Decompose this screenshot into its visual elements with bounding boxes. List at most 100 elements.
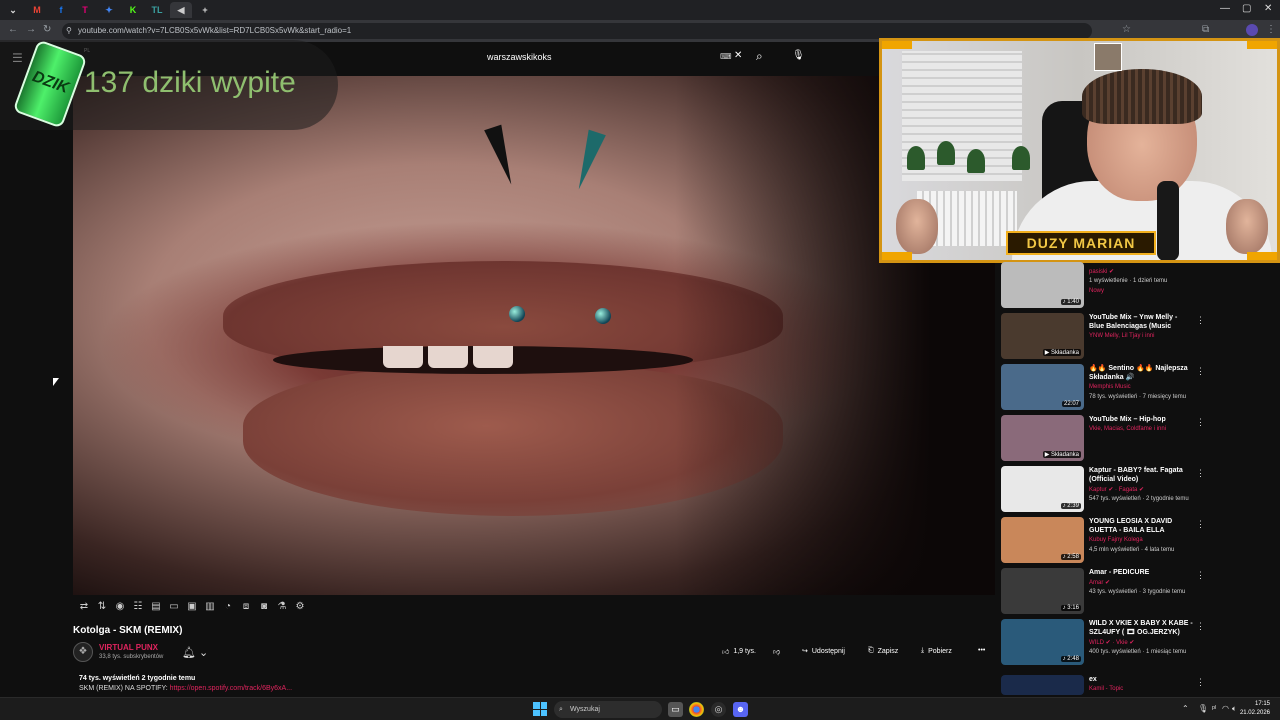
recommendation-item[interactable]: ♪ 3:16 Amar - PEDICURE Amar ✔ 43 tys. wyświ… bbox=[1001, 568, 1206, 614]
recommendation-title[interactable]: ex bbox=[1089, 675, 1193, 684]
recommendation-item[interactable]: ex Kamil - Topic ⋮ bbox=[1001, 675, 1206, 695]
recommendation-item[interactable]: ♪ 2:39 Kaptur - BABY? feat. Fagata (Offic… bbox=[1001, 466, 1206, 512]
profile-avatar[interactable] bbox=[1246, 24, 1258, 36]
more-options-icon[interactable]: ⋮ bbox=[1196, 677, 1205, 688]
recommendation-channel[interactable]: pasiski ✔ bbox=[1089, 268, 1114, 275]
save-button[interactable]: ⎗ Zapisz bbox=[868, 647, 898, 655]
tray-chevron-icon[interactable]: ⌃ bbox=[1182, 704, 1189, 713]
address-bar[interactable]: ⚲ youtube.com/watch?v=7LCB0Sx5vWk&list=R… bbox=[62, 23, 1092, 39]
video-thumbnail[interactable]: ♪ 1:40 bbox=[1001, 262, 1084, 308]
screen-icon[interactable]: ⧈ bbox=[240, 601, 252, 613]
recommendation-channel[interactable]: Memphis Music bbox=[1089, 384, 1131, 390]
discord-icon[interactable]: ☻ bbox=[733, 702, 748, 717]
recommendation-channel[interactable]: Kaptur ✔ · Fagata ✔ bbox=[1089, 486, 1144, 493]
video-thumbnail[interactable]: ♪ 2:39 bbox=[1001, 466, 1084, 512]
video-thumbnail[interactable]: ♪ 2:48 bbox=[1001, 619, 1084, 665]
channel-name[interactable]: VIRTUAL PUNX bbox=[99, 643, 158, 652]
more-options-icon[interactable]: ⋮ bbox=[1196, 621, 1205, 632]
recommendation-channel[interactable]: Vkie, Macias, Coldfame i inni bbox=[1089, 426, 1166, 432]
video-thumbnail[interactable]: ♪ 2:58 bbox=[1001, 517, 1084, 563]
reload-icon[interactable]: ↻ bbox=[43, 24, 51, 35]
audio-icon[interactable]: ◉ bbox=[114, 601, 126, 613]
speed-icon[interactable]: ◔ bbox=[222, 601, 234, 613]
microphone-icon[interactable]: 🎙 bbox=[792, 50, 805, 61]
sort-icon[interactable]: ⇅ bbox=[96, 601, 108, 613]
recommendation-title[interactable]: Amar - PEDICURE bbox=[1089, 568, 1193, 577]
more-options-icon[interactable]: ⋮ bbox=[1196, 519, 1205, 530]
recommendation-channel[interactable]: Kamil - Topic bbox=[1089, 686, 1123, 692]
file-explorer-icon[interactable]: ▭ bbox=[668, 702, 683, 717]
recommendation-item[interactable]: ♪ 2:58 YOUNG LEOSIA X DAVID GUETTA - BAIL… bbox=[1001, 517, 1206, 563]
windows-start-icon[interactable] bbox=[533, 702, 547, 716]
taskbar-clock[interactable]: 17:15 21.02.2026 bbox=[1240, 700, 1270, 718]
more-options-icon[interactable]: ⋮ bbox=[1196, 315, 1205, 326]
tray-language-icon[interactable]: ᵖˡ bbox=[1212, 704, 1216, 713]
keyboard-icon[interactable]: ⌨ bbox=[720, 52, 732, 61]
more-options-icon[interactable]: ⋮ bbox=[1196, 468, 1205, 479]
video-thumbnail[interactable]: ▶ Składanka bbox=[1001, 313, 1084, 359]
more-options-icon[interactable]: ⋮ bbox=[1196, 570, 1205, 581]
search-icon[interactable]: ⌕ bbox=[756, 49, 763, 64]
notification-bell-icon[interactable]: 🔔︎ ⌄ bbox=[182, 646, 208, 659]
stack-icon[interactable]: ▥ bbox=[204, 601, 216, 613]
minimize-icon[interactable]: — bbox=[1220, 3, 1230, 14]
screenshot-icon[interactable]: ◙ bbox=[258, 601, 270, 613]
recommendation-channel[interactable]: Kubuy Fajny Kolega bbox=[1089, 537, 1143, 543]
recommendation-title[interactable]: WILD X VKIE X BABY X KABE - SZL4UFY ( 🎞 … bbox=[1089, 619, 1193, 637]
browser-tab[interactable]: K bbox=[122, 2, 144, 18]
recommendation-channel[interactable]: WILD ✔ · Vkie ✔ bbox=[1089, 639, 1134, 646]
forward-icon[interactable]: → bbox=[26, 24, 36, 35]
recommendation-item[interactable]: ♪ 1:40 pasiski ✔ 1 wyświetlenie · 1 dzień … bbox=[1001, 262, 1206, 308]
description-link[interactable]: https://open.spotify.com/track/6By6xA... bbox=[170, 685, 292, 692]
browser-menu-icon[interactable]: ⋮ bbox=[1266, 24, 1276, 35]
extensions-icon[interactable]: ⧉ bbox=[1202, 24, 1209, 35]
video-player[interactable] bbox=[73, 76, 995, 595]
theater-mode-icon[interactable]: ▭ bbox=[168, 601, 180, 613]
download-button[interactable]: ⤓ Pobierz bbox=[921, 647, 952, 655]
recommendation-item[interactable]: ▶ Składanka YouTube Mix – Ynw Melly - Blu… bbox=[1001, 313, 1206, 359]
video-thumbnail[interactable] bbox=[1001, 675, 1084, 695]
recommendation-title[interactable]: YOUNG LEOSIA X DAVID GUETTA - BAILA ELLA… bbox=[1089, 517, 1193, 536]
tray-mic-icon[interactable]: 🎙︎ bbox=[1198, 704, 1208, 713]
tab-menu-icon[interactable]: ⌄ bbox=[2, 2, 24, 18]
playlist-icon[interactable]: ☷ bbox=[132, 601, 144, 613]
more-options-icon[interactable]: ⋮ bbox=[1196, 366, 1205, 377]
wifi-icon[interactable]: ◠ bbox=[1222, 704, 1229, 713]
recommendation-item[interactable]: ♪ 2:48 WILD X VKIE X BABY X KABE - SZL4UF… bbox=[1001, 619, 1206, 665]
bookmark-star-icon[interactable]: ☆ bbox=[1122, 24, 1131, 35]
like-button[interactable]: 👍︎ 1,9 tys. bbox=[722, 647, 756, 656]
video-thumbnail[interactable]: ♪ 3:16 bbox=[1001, 568, 1084, 614]
browser-tab[interactable]: TL bbox=[146, 2, 168, 18]
chrome-icon[interactable] bbox=[689, 702, 704, 717]
browser-tab[interactable]: T bbox=[74, 2, 96, 18]
recommendation-title[interactable]: YouTube Mix – Hip-hop bbox=[1089, 415, 1193, 424]
close-window-icon[interactable]: ✕ bbox=[1264, 3, 1272, 14]
clear-search-icon[interactable]: ✕ bbox=[734, 50, 742, 61]
browser-tab[interactable]: ✦ bbox=[98, 2, 120, 18]
recommendation-item[interactable]: 22:07 🔥🔥 Sentino 🔥🔥 Najlepsza Składanka 🔊… bbox=[1001, 364, 1206, 410]
obs-icon[interactable]: ◎ bbox=[711, 702, 726, 717]
browser-tab[interactable]: ◀ bbox=[170, 2, 192, 18]
recommendation-channel[interactable]: Amar ✔ bbox=[1089, 579, 1110, 586]
recommendation-channel[interactable]: YNW Melly, Lil Tjay i inni bbox=[1089, 333, 1154, 339]
search-input[interactable]: warszawskikoks bbox=[478, 47, 748, 67]
back-icon[interactable]: ← bbox=[8, 24, 18, 35]
recommendation-item[interactable]: ▶ Składanka YouTube Mix – Hip-hop Vkie, Ma… bbox=[1001, 415, 1206, 461]
taskbar-search-input[interactable]: ⌕ Wyszukaj bbox=[554, 701, 662, 718]
recommendation-title[interactable]: Kaptur - BABY? feat. Fagata (Official Vi… bbox=[1089, 466, 1193, 484]
recommendation-title[interactable]: YouTube Mix – Ynw Melly - Blue Balenciag… bbox=[1089, 313, 1193, 332]
maximize-icon[interactable]: ▢ bbox=[1242, 3, 1251, 14]
video-thumbnail[interactable]: 22:07 bbox=[1001, 364, 1084, 410]
site-info-icon[interactable]: ⚲ bbox=[66, 23, 72, 39]
recommendation-title[interactable]: 🔥🔥 Sentino 🔥🔥 Najlepsza Składanka 🔊 bbox=[1089, 364, 1193, 382]
cinema-icon[interactable]: ▤ bbox=[150, 601, 162, 613]
share-button[interactable]: ↪ Udostępnij bbox=[802, 647, 845, 656]
channel-avatar[interactable]: ❖ bbox=[73, 642, 93, 662]
settings-gear-icon[interactable]: ⚙ bbox=[294, 601, 306, 613]
experiment-icon[interactable]: ⚗ bbox=[276, 601, 288, 613]
volume-icon[interactable]: 🔈︎ bbox=[1232, 704, 1237, 714]
more-actions-button[interactable]: ••• bbox=[978, 647, 985, 654]
new-tab-button[interactable]: + bbox=[194, 2, 216, 18]
miniplayer-icon[interactable]: ▣ bbox=[186, 601, 198, 613]
browser-tab[interactable]: M bbox=[26, 2, 48, 18]
